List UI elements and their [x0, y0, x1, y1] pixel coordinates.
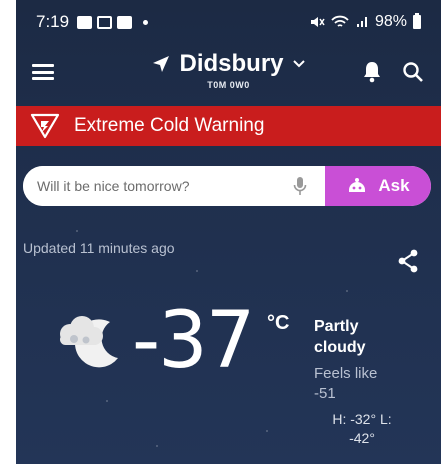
condition-description: Partly cloudy — [314, 318, 366, 356]
background-star — [76, 230, 78, 232]
bell-icon[interactable] — [361, 60, 383, 84]
background-star — [346, 290, 348, 292]
warning-icon — [30, 113, 60, 139]
signal-icon — [356, 17, 367, 27]
wifi-icon — [331, 15, 349, 27]
background-star — [156, 445, 158, 447]
current-temperature: -37 — [132, 296, 255, 386]
search-icon[interactable] — [401, 60, 425, 84]
microphone-icon[interactable] — [283, 166, 317, 206]
battery-icon — [413, 13, 421, 29]
background-star — [196, 270, 198, 272]
high-low-temperature: H: -32° L: -42° — [332, 411, 392, 446]
battery-percent: 98% — [374, 13, 407, 30]
temperature-unit: °C — [267, 312, 290, 334]
location-arrow-icon — [153, 56, 170, 72]
alert-text: Extreme Cold Warning — [74, 115, 265, 136]
location-name: Didsbury — [179, 50, 284, 77]
weather-alert-banner[interactable]: Extreme Cold Warning — [16, 106, 441, 146]
ask-input[interactable] — [23, 166, 283, 206]
app-screen: 7:19 98% Didsbury T0M 0W0 Extreme Cold W… — [16, 0, 441, 464]
notification-icon — [77, 15, 93, 29]
ask-button-label: Ask — [378, 176, 410, 195]
ask-button[interactable]: Ask — [325, 166, 431, 206]
status-time: 7:19 — [36, 12, 70, 31]
status-bar: 7:19 98% — [16, 0, 441, 44]
background-star — [266, 430, 268, 432]
partly-cloudy-night-icon — [60, 316, 118, 368]
assistant-robot-icon — [349, 178, 366, 192]
app-header: Didsbury T0M 0W0 — [16, 44, 441, 106]
gallery-icon — [117, 15, 133, 29]
chevron-down-icon — [292, 60, 305, 68]
mute-icon — [310, 17, 325, 27]
updated-timestamp: Updated 11 minutes ago — [23, 240, 175, 256]
ask-bar: Ask — [23, 166, 431, 206]
background-star — [106, 400, 108, 402]
feels-like: Feels like -51 — [314, 365, 378, 402]
more-notifications-icon — [143, 19, 149, 25]
share-icon[interactable] — [397, 249, 419, 273]
mail-icon — [97, 15, 113, 29]
